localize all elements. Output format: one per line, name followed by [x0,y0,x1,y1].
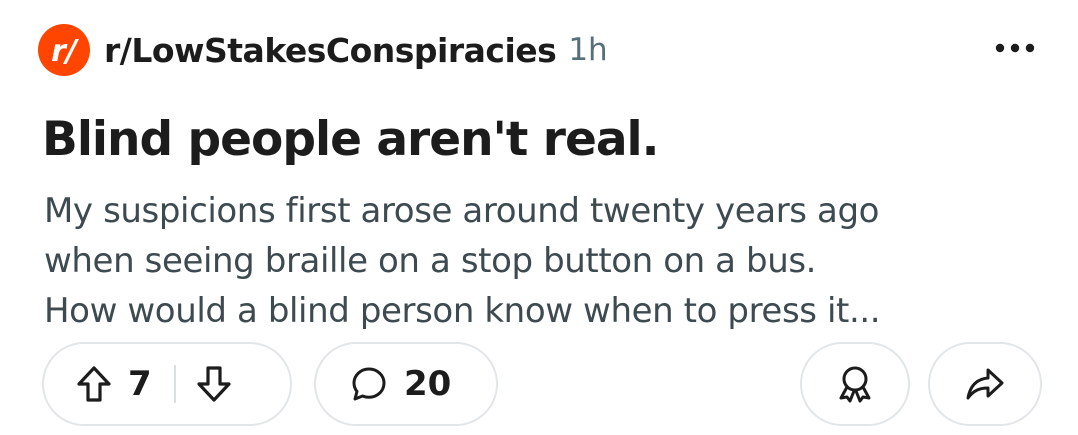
post-body-line: when seeing braille on a stop button on … [44,241,817,281]
subreddit-logo-icon: r/ [51,34,80,69]
more-options-button[interactable] [988,30,1042,66]
post-body-line: How would a blind person know when to pr… [44,291,881,331]
vote-divider [173,365,176,403]
upvote-button[interactable] [74,364,114,404]
subreddit-name[interactable]: r/LowStakesConspiracies [104,31,557,70]
subreddit-logo-text: r/ [51,34,80,69]
award-button[interactable] [800,342,910,426]
more-options-icon [995,43,1035,53]
vote-control: 7 [42,342,292,426]
comments-button[interactable]: 20 [314,342,498,426]
share-button[interactable] [928,342,1042,426]
post-card: r/ r/LowStakesConspiracies 1h Blind peop… [0,0,1078,435]
comment-bubble-icon [352,367,386,401]
subreddit-avatar[interactable]: r/ [38,24,90,76]
post-title[interactable]: Blind people aren't real. [42,112,659,167]
award-icon [839,366,871,403]
downvote-arrow-icon [197,366,231,402]
post-body[interactable]: My suspicions first arose around twenty … [44,186,1054,336]
downvote-button[interactable] [194,364,234,404]
upvote-arrow-icon [77,366,111,402]
post-actions-bar: 7 20 [42,342,1042,428]
share-arrow-icon [966,368,1004,400]
post-body-line: My suspicions first arose around twenty … [44,191,880,231]
vote-score: 7 [128,364,152,404]
post-age: 1h [568,32,608,68]
comment-count: 20 [404,364,452,404]
post-header: r/ r/LowStakesConspiracies 1h [38,22,608,78]
